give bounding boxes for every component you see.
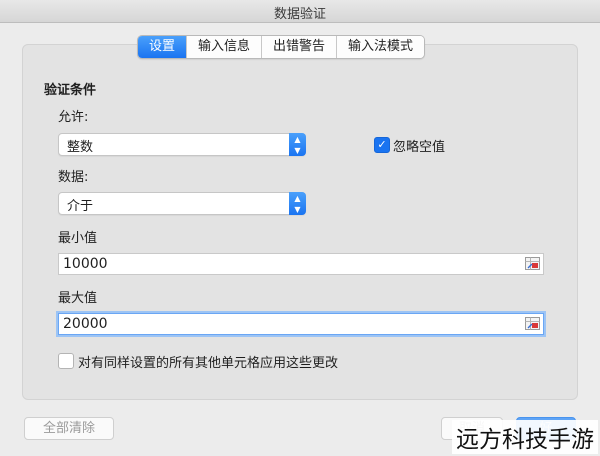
checkmark-icon: ✓ <box>377 138 387 151</box>
tab-input-message[interactable]: 输入信息 <box>186 36 262 58</box>
allow-select-value: 整数 <box>67 140 94 155</box>
apply-all-checkbox[interactable] <box>58 353 74 369</box>
minimum-input[interactable]: 10000 <box>58 253 544 275</box>
ignore-blank-checkbox[interactable]: ✓ <box>374 137 390 153</box>
ignore-blank-label: 忽略空值 <box>393 140 446 155</box>
apply-all-label: 对有同样设置的所有其他单元格应用这些更改 <box>78 356 339 371</box>
allow-select[interactable]: 整数 ▲ ▼ <box>58 133 306 156</box>
watermark-text: 远方科技手游 <box>452 420 598 454</box>
validation-criteria-heading: 验证条件 <box>44 83 97 98</box>
up-down-arrows-icon: ▲ ▼ <box>289 192 306 215</box>
settings-panel <box>22 44 578 400</box>
window-titlebar: 数据验证 <box>0 0 600 23</box>
data-select-value: 介于 <box>67 199 94 214</box>
tab-error-alert[interactable]: 出错警告 <box>261 36 337 58</box>
allow-label: 允许: <box>58 110 89 125</box>
clear-all-button[interactable]: 全部清除 <box>24 417 114 440</box>
window-title: 数据验证 <box>273 7 326 22</box>
maximum-input[interactable]: 20000 <box>58 313 544 335</box>
up-down-arrows-icon: ▲ ▼ <box>289 133 306 156</box>
data-label: 数据: <box>58 170 89 185</box>
minimum-label: 最小值 <box>58 231 98 246</box>
tab-input-method[interactable]: 输入法模式 <box>336 36 425 58</box>
minimum-input-value: 10000 <box>63 256 108 272</box>
maximum-input-value: 20000 <box>63 316 108 332</box>
tab-settings[interactable]: 设置 <box>138 36 187 58</box>
maximum-label: 最大值 <box>58 291 98 306</box>
data-select[interactable]: 介于 ▲ ▼ <box>58 192 306 215</box>
range-select-icon[interactable] <box>525 317 540 330</box>
range-select-icon[interactable] <box>525 257 540 270</box>
tab-bar: 设置 输入信息 出错警告 输入法模式 <box>137 35 426 59</box>
